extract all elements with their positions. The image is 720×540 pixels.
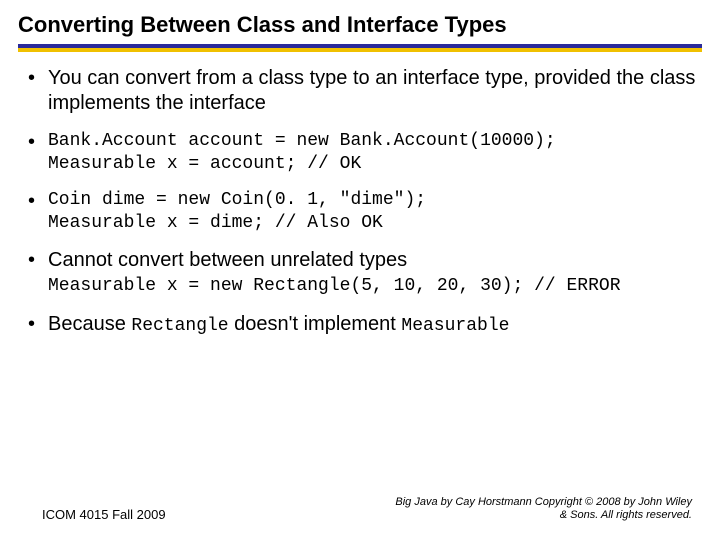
- inline-code: Measurable: [401, 316, 509, 336]
- bullet-text: You can convert from a class type to an …: [48, 67, 695, 114]
- code-block: Bank.Account account = new Bank.Account(…: [48, 130, 696, 175]
- code-block: Measurable x = new Rectangle(5, 10, 20, …: [48, 275, 696, 298]
- bullet-text: Because: [48, 313, 131, 335]
- bullet-text: Cannot convert between unrelated types: [48, 249, 407, 271]
- bullet-item: Cannot convert between unrelated types M…: [28, 248, 696, 298]
- bullet-item: Coin dime = new Coin(0. 1, "dime"); Meas…: [28, 189, 696, 234]
- bullet-item: Because Rectangle doesn't implement Meas…: [28, 312, 696, 338]
- underline-yellow: [18, 48, 702, 52]
- inline-code: Rectangle: [131, 316, 228, 336]
- slide-content: You can convert from a class type to an …: [18, 66, 702, 337]
- bullet-list: You can convert from a class type to an …: [28, 66, 696, 337]
- footer-left: ICOM 4015 Fall 2009: [42, 507, 166, 522]
- slide-title: Converting Between Class and Interface T…: [18, 12, 702, 42]
- bullet-item: Bank.Account account = new Bank.Account(…: [28, 130, 696, 175]
- bullet-text: doesn't implement: [229, 313, 402, 335]
- slide-footer: ICOM 4015 Fall 2009 Big Java by Cay Hors…: [0, 496, 720, 522]
- bullet-item: You can convert from a class type to an …: [28, 66, 696, 116]
- code-block: Coin dime = new Coin(0. 1, "dime"); Meas…: [48, 189, 696, 234]
- title-underline: [18, 44, 702, 52]
- footer-right: Big Java by Cay Horstmann Copyright © 20…: [392, 496, 692, 522]
